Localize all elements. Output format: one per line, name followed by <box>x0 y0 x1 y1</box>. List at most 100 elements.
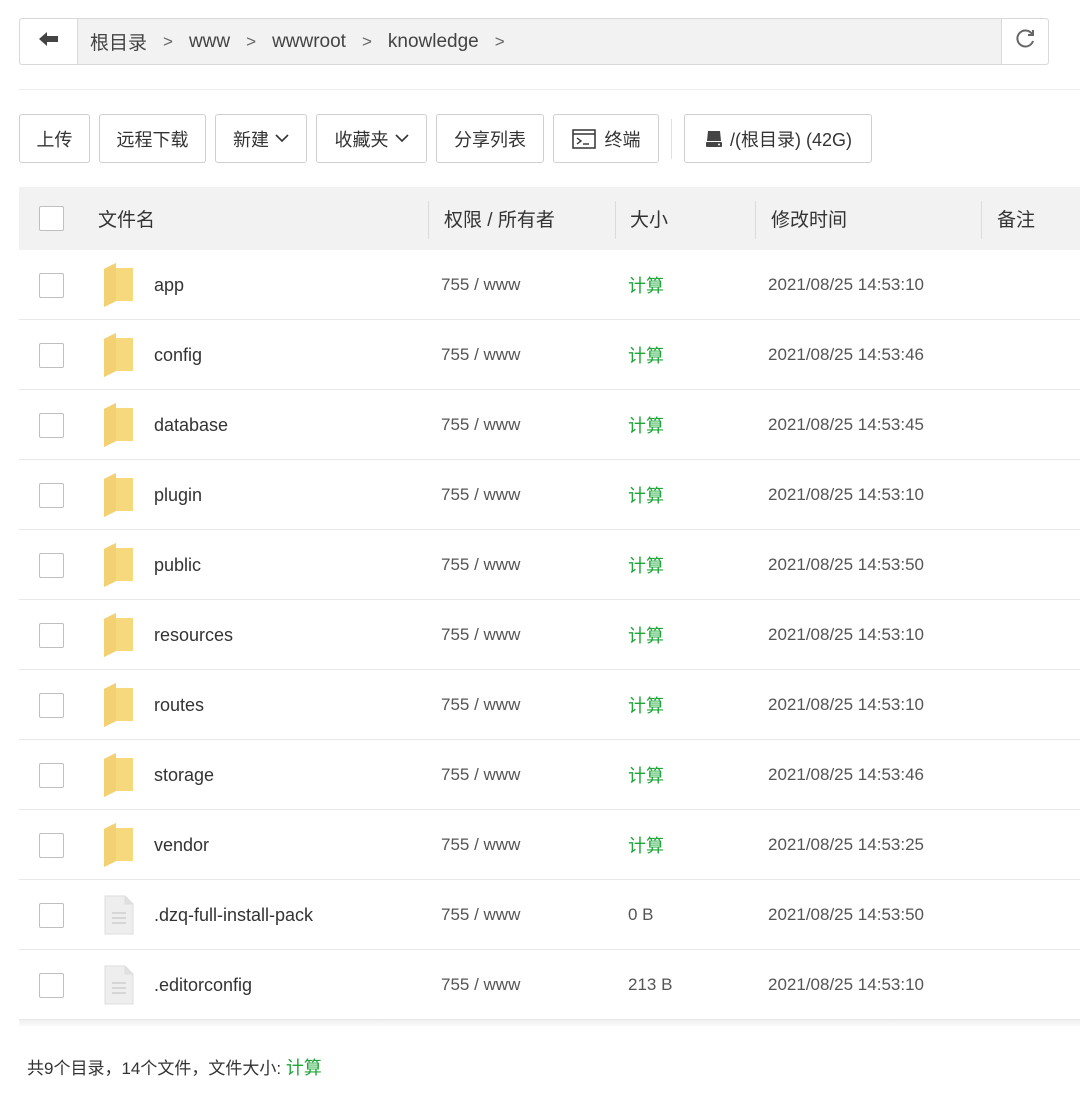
calc-size-link[interactable]: 计算 <box>628 810 664 880</box>
file-mtime: 2021/08/25 14:53:46 <box>768 765 924 784</box>
file-name[interactable]: storage <box>154 740 214 810</box>
calc-size-link[interactable]: 计算 <box>628 320 664 390</box>
table-bottom-shadow <box>19 1020 1080 1026</box>
table-header: 文件名 权限 / 所有者 大小 修改时间 备注 <box>19 187 1080 250</box>
folder-icon <box>102 530 134 600</box>
file-permission[interactable]: 755 / www <box>441 320 520 390</box>
calc-size-link[interactable]: 计算 <box>628 530 664 600</box>
file-permission[interactable]: 755 / www <box>441 250 520 320</box>
upload-button[interactable]: 上传 <box>19 114 90 163</box>
header-divider <box>615 201 616 239</box>
calc-size-link[interactable]: 计算 <box>628 390 664 460</box>
file-permission[interactable]: 755 / www <box>441 460 520 530</box>
table-row[interactable]: storage 755 / www 计算 2021/08/25 14:53:46 <box>19 740 1080 810</box>
row-checkbox[interactable] <box>39 552 64 578</box>
refresh-button[interactable] <box>1001 19 1048 64</box>
table-row[interactable]: public 755 / www 计算 2021/08/25 14:53:50 <box>19 530 1080 600</box>
row-checkbox[interactable] <box>39 972 64 998</box>
calc-size-link[interactable]: 计算 <box>628 460 664 530</box>
table-row[interactable]: .dzq-full-install-pack 755 / www 0 B 2021/0… <box>19 880 1080 950</box>
file-name[interactable]: resources <box>154 600 233 670</box>
calc-size-link[interactable]: 计算 <box>628 740 664 810</box>
file-permission[interactable]: 755 / www <box>441 390 520 460</box>
remote-download-label: 远程下载 <box>116 129 189 150</box>
file-icon <box>104 880 134 950</box>
file-name[interactable]: config <box>154 320 202 390</box>
terminal-button[interactable]: 终端 <box>553 114 659 163</box>
header-mtime[interactable]: 修改时间 <box>771 187 847 250</box>
folder-icon <box>102 670 134 740</box>
arrow-left-icon <box>38 31 59 52</box>
breadcrumb-item-wwwroot[interactable]: wwwroot <box>270 31 348 53</box>
row-checkbox[interactable] <box>39 272 64 298</box>
file-mtime: 2021/08/25 14:53:10 <box>768 695 924 714</box>
chevron-down-icon <box>394 134 409 143</box>
summary-text: 共9个目录，14个文件，文件大小: <box>27 1059 286 1078</box>
file-permission[interactable]: 755 / www <box>441 810 520 880</box>
breadcrumb-item-www[interactable]: www <box>187 31 232 53</box>
row-checkbox[interactable] <box>39 762 64 788</box>
chevron-right-icon: > <box>361 31 372 51</box>
table-row[interactable]: .editorconfig 755 / www 213 B 2021/08/25 14… <box>19 950 1080 1020</box>
file-permission[interactable]: 755 / www <box>441 530 520 600</box>
row-checkbox[interactable] <box>39 692 64 718</box>
folder-icon <box>102 600 134 670</box>
row-checkbox[interactable] <box>39 342 64 368</box>
calc-size-link[interactable]: 计算 <box>628 250 664 320</box>
back-button[interactable] <box>20 19 78 64</box>
share-list-button[interactable]: 分享列表 <box>436 114 544 163</box>
select-all-checkbox-cell[interactable] <box>39 187 64 250</box>
breadcrumb-item-root[interactable]: 根目录 <box>88 28 149 55</box>
row-checkbox-cell <box>39 950 64 1020</box>
breadcrumb-item-knowledge[interactable]: knowledge <box>386 31 481 53</box>
file-name[interactable]: routes <box>154 670 204 740</box>
file-permission[interactable]: 755 / www <box>441 880 520 950</box>
table-row[interactable]: plugin 755 / www 计算 2021/08/25 14:53:10 <box>19 460 1080 530</box>
table-row[interactable]: routes 755 / www 计算 2021/08/25 14:53:10 <box>19 670 1080 740</box>
header-size[interactable]: 大小 <box>630 187 668 250</box>
file-mtime: 2021/08/25 14:53:46 <box>768 345 924 364</box>
share-list-label: 分享列表 <box>454 129 526 150</box>
chevron-right-icon: > <box>494 31 505 51</box>
path-bar: 根目录 > www > wwwroot > knowledge > <box>19 18 1049 65</box>
file-name[interactable]: app <box>154 250 184 320</box>
table-row[interactable]: app 755 / www 计算 2021/08/25 14:53:10 <box>19 250 1080 320</box>
disk-button[interactable]: /(根目录) (42G) <box>684 114 872 163</box>
file-permission[interactable]: 755 / www <box>441 950 520 1020</box>
folder-icon <box>102 460 134 530</box>
table-row[interactable]: database 755 / www 计算 2021/08/25 14:53:45 <box>19 390 1080 460</box>
file-permission[interactable]: 755 / www <box>441 740 520 810</box>
header-name[interactable]: 文件名 <box>98 187 155 250</box>
calc-size-link[interactable]: 计算 <box>628 670 664 740</box>
file-name[interactable]: .editorconfig <box>154 950 252 1020</box>
file-name[interactable]: vendor <box>154 810 209 880</box>
file-mtime: 2021/08/25 14:53:10 <box>768 625 924 644</box>
select-all-checkbox[interactable] <box>39 206 64 231</box>
favorites-dropdown-button[interactable]: 收藏夹 <box>316 114 427 163</box>
row-checkbox-cell <box>39 810 64 880</box>
table-row[interactable]: config 755 / www 计算 2021/08/25 14:53:46 <box>19 320 1080 390</box>
table-row[interactable]: vendor 755 / www 计算 2021/08/25 14:53:25 <box>19 810 1080 880</box>
file-name[interactable]: .dzq-full-install-pack <box>154 880 313 950</box>
row-checkbox[interactable] <box>39 482 64 508</box>
file-name[interactable]: database <box>154 390 228 460</box>
file-name[interactable]: plugin <box>154 460 202 530</box>
folder-icon <box>102 250 134 320</box>
file-name[interactable]: public <box>154 530 201 600</box>
header-divider <box>428 201 429 239</box>
file-permission[interactable]: 755 / www <box>441 600 520 670</box>
remote-download-button[interactable]: 远程下载 <box>99 114 206 163</box>
table-row[interactable]: resources 755 / www 计算 2021/08/25 14:53:10 <box>19 600 1080 670</box>
row-checkbox[interactable] <box>39 622 64 648</box>
row-checkbox-cell <box>39 320 64 390</box>
new-dropdown-button[interactable]: 新建 <box>215 114 307 163</box>
row-checkbox-cell <box>39 670 64 740</box>
row-checkbox[interactable] <box>39 902 64 928</box>
header-note: 备注 <box>997 210 1036 231</box>
header-perm[interactable]: 权限 / 所有者 <box>444 187 555 250</box>
calc-size-link[interactable]: 计算 <box>628 600 664 670</box>
row-checkbox[interactable] <box>39 832 64 858</box>
row-checkbox[interactable] <box>39 412 64 438</box>
calc-total-size-link[interactable]: 计算 <box>286 1058 322 1078</box>
file-permission[interactable]: 755 / www <box>441 670 520 740</box>
